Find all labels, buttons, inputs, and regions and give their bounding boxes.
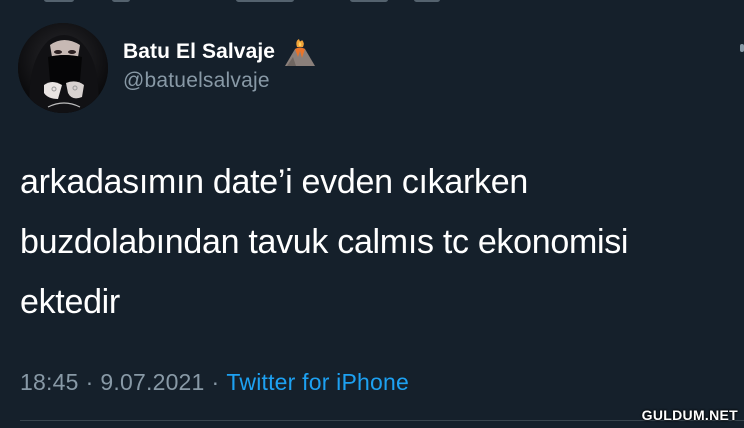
separator: · (85, 369, 94, 395)
tweet-text: arkadasımın date’i evden cıkarken buzdol… (20, 152, 736, 332)
tweet-time[interactable]: 18:45 (20, 369, 79, 395)
display-name-row: Batu El Salvaje (123, 38, 317, 66)
source-link[interactable]: Twitter for iPhone (226, 369, 409, 395)
tweet-text-line: ektedir (20, 283, 120, 321)
avatar[interactable] (18, 23, 108, 113)
more-options-icon[interactable] (740, 44, 744, 52)
display-name[interactable]: Batu El Salvaje (123, 40, 275, 64)
watermark: GULDUM.NET (641, 407, 738, 423)
tweet-date[interactable]: 9.07.2021 (100, 369, 204, 395)
avatar-image (18, 23, 108, 113)
tweet-text-line: buzdolabından tavuk calmıs tc ekonomisi (20, 223, 629, 261)
separator: · (211, 369, 220, 395)
previous-tweet-fragment (0, 0, 744, 6)
handle[interactable]: @batuelsalvaje (123, 69, 317, 93)
volcano-icon (283, 37, 317, 67)
tweet-metadata: 18:45 · 9.07.2021 · Twitter for iPhone (20, 369, 409, 396)
tweet-text-line: arkadasımın date’i evden cıkarken (20, 163, 528, 201)
tweet-author[interactable]: Batu El Salvaje @batuelsalvaje (123, 38, 317, 93)
divider (20, 420, 744, 421)
